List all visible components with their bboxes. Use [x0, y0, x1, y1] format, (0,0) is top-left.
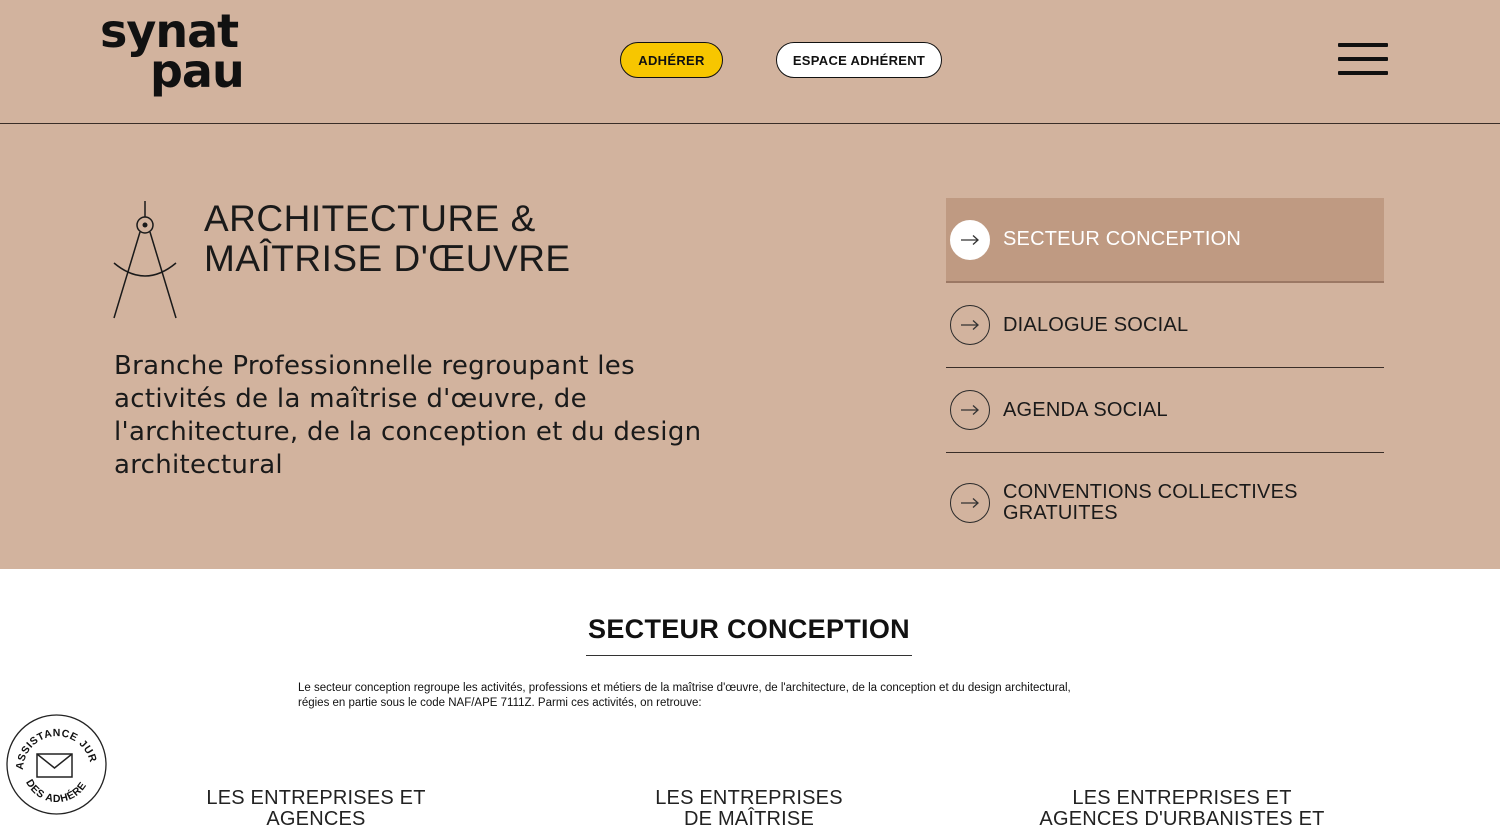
menu-item-agenda-social[interactable]: AGENDA SOCIAL — [946, 368, 1384, 453]
menu-item-label: AGENDA SOCIAL — [1003, 398, 1168, 421]
menu-item-conventions-collectives[interactable]: CONVENTIONS COLLECTIVES GRATUITES — [946, 453, 1384, 553]
synatpau-logo[interactable]: synat pau — [100, 8, 260, 108]
activity-column-line2: AGENCES D'URBANISTES ET — [1039, 808, 1325, 829]
page-title-line1: ARCHITECTURE & — [204, 198, 536, 239]
menu-item-secteur-conception[interactable]: SECTEUR CONCEPTION — [946, 198, 1384, 283]
join-button[interactable]: ADHÉRER — [620, 42, 723, 78]
section-heading: SECTEUR CONCEPTION — [586, 614, 912, 656]
menu-item-label: CONVENTIONS COLLECTIVES GRATUITES — [1003, 482, 1298, 524]
arrow-right-icon — [950, 219, 990, 260]
burger-bar — [1338, 43, 1388, 47]
member-area-button[interactable]: ESPACE ADHÉRENT — [776, 42, 942, 78]
arrow-right-icon — [950, 390, 990, 430]
menu-item-label: SECTEUR CONCEPTION — [1003, 228, 1242, 250]
burger-bar — [1338, 57, 1388, 61]
menu-item-dialogue-social[interactable]: DIALOGUE SOCIAL — [946, 283, 1384, 368]
menu-item-label-line1: CONVENTIONS COLLECTIVES — [1003, 481, 1298, 503]
legal-assistance-badge[interactable]: ASSISTANCE JURIDIQUE DES ADHÉRENTS — [6, 714, 107, 815]
logo-text-line2: pau — [150, 44, 245, 98]
site-header: synat pau ADHÉRER ESPACE ADHÉRENT — [0, 0, 1500, 124]
hamburger-menu-icon[interactable] — [1338, 43, 1388, 77]
activity-column-line1: LES ENTREPRISES ET — [1072, 787, 1292, 809]
burger-bar — [1338, 71, 1388, 75]
activity-column-line2: DE MAÎTRISE — [684, 808, 814, 829]
activity-column-line1: LES ENTREPRISES ET — [206, 787, 426, 809]
page-title: ARCHITECTURE & MAÎTRISE D'ŒUVRE — [204, 199, 571, 279]
hero-section: ARCHITECTURE & MAÎTRISE D'ŒUVRE Branche … — [0, 124, 1500, 569]
menu-item-label: DIALOGUE SOCIAL — [1003, 313, 1189, 336]
hero-description: Branche Professionnelle regroupant les a… — [114, 351, 702, 480]
activity-column-line2: AGENCES — [266, 808, 366, 829]
section-intro-text: Le secteur conception regroupe les activ… — [298, 681, 1198, 711]
section-intro-line1: Le secteur conception regroupe les activ… — [298, 682, 1071, 694]
page-title-line2: MAÎTRISE D'ŒUVRE — [204, 238, 571, 279]
activity-column-1[interactable]: LES ENTREPRISES ET AGENCES — [196, 788, 436, 829]
activity-column-2[interactable]: LES ENTREPRISES DE MAÎTRISE — [640, 788, 858, 829]
menu-item-label-line2: GRATUITES — [1003, 502, 1118, 524]
activity-column-3[interactable]: LES ENTREPRISES ET AGENCES D'URBANISTES … — [1030, 788, 1334, 829]
section-intro-line2: régies en partie sous le code NAF/APE 71… — [298, 697, 702, 709]
arrow-right-icon — [950, 305, 990, 345]
activity-column-line1: LES ENTREPRISES — [655, 787, 843, 809]
section-menu: SECTEUR CONCEPTION DIALOGUE SOCIAL AGEND… — [946, 198, 1384, 553]
drafting-compass-icon — [113, 201, 177, 319]
arrow-right-icon — [950, 483, 990, 523]
